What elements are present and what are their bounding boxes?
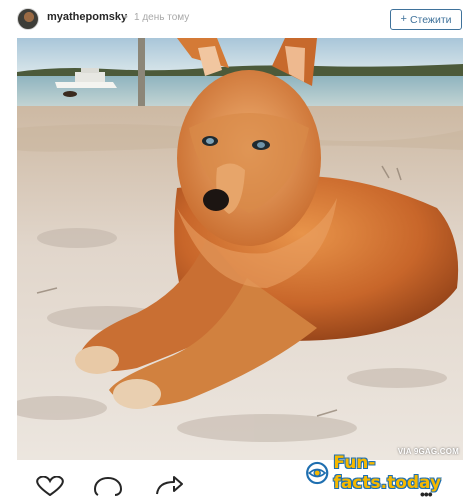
heart-icon[interactable] <box>33 476 67 496</box>
user-avatar[interactable] <box>17 8 39 30</box>
watermark-text: Fun-facts.today <box>333 453 442 493</box>
watermark: Fun-facts.today <box>305 453 464 493</box>
plus-icon: + <box>400 13 407 25</box>
separator-dot: • <box>124 11 128 23</box>
post-time[interactable]: 1 день тому <box>134 12 189 23</box>
follow-label: Стежити <box>409 13 452 26</box>
fox-dog-on-beach-image <box>17 38 463 460</box>
post-header: myathepomsky • 1 день тому + Стежити <box>0 0 464 38</box>
username[interactable]: myathepomsky <box>47 11 127 23</box>
post-photo[interactable]: VIA 9GAG.COM <box>17 38 463 460</box>
follow-button[interactable]: + Стежити <box>390 9 462 30</box>
share-arrow-icon[interactable] <box>154 475 184 495</box>
comment-bubble-icon[interactable] <box>93 476 123 496</box>
eye-logo-icon <box>306 461 329 485</box>
more-options-icon[interactable]: ••• <box>420 486 433 502</box>
